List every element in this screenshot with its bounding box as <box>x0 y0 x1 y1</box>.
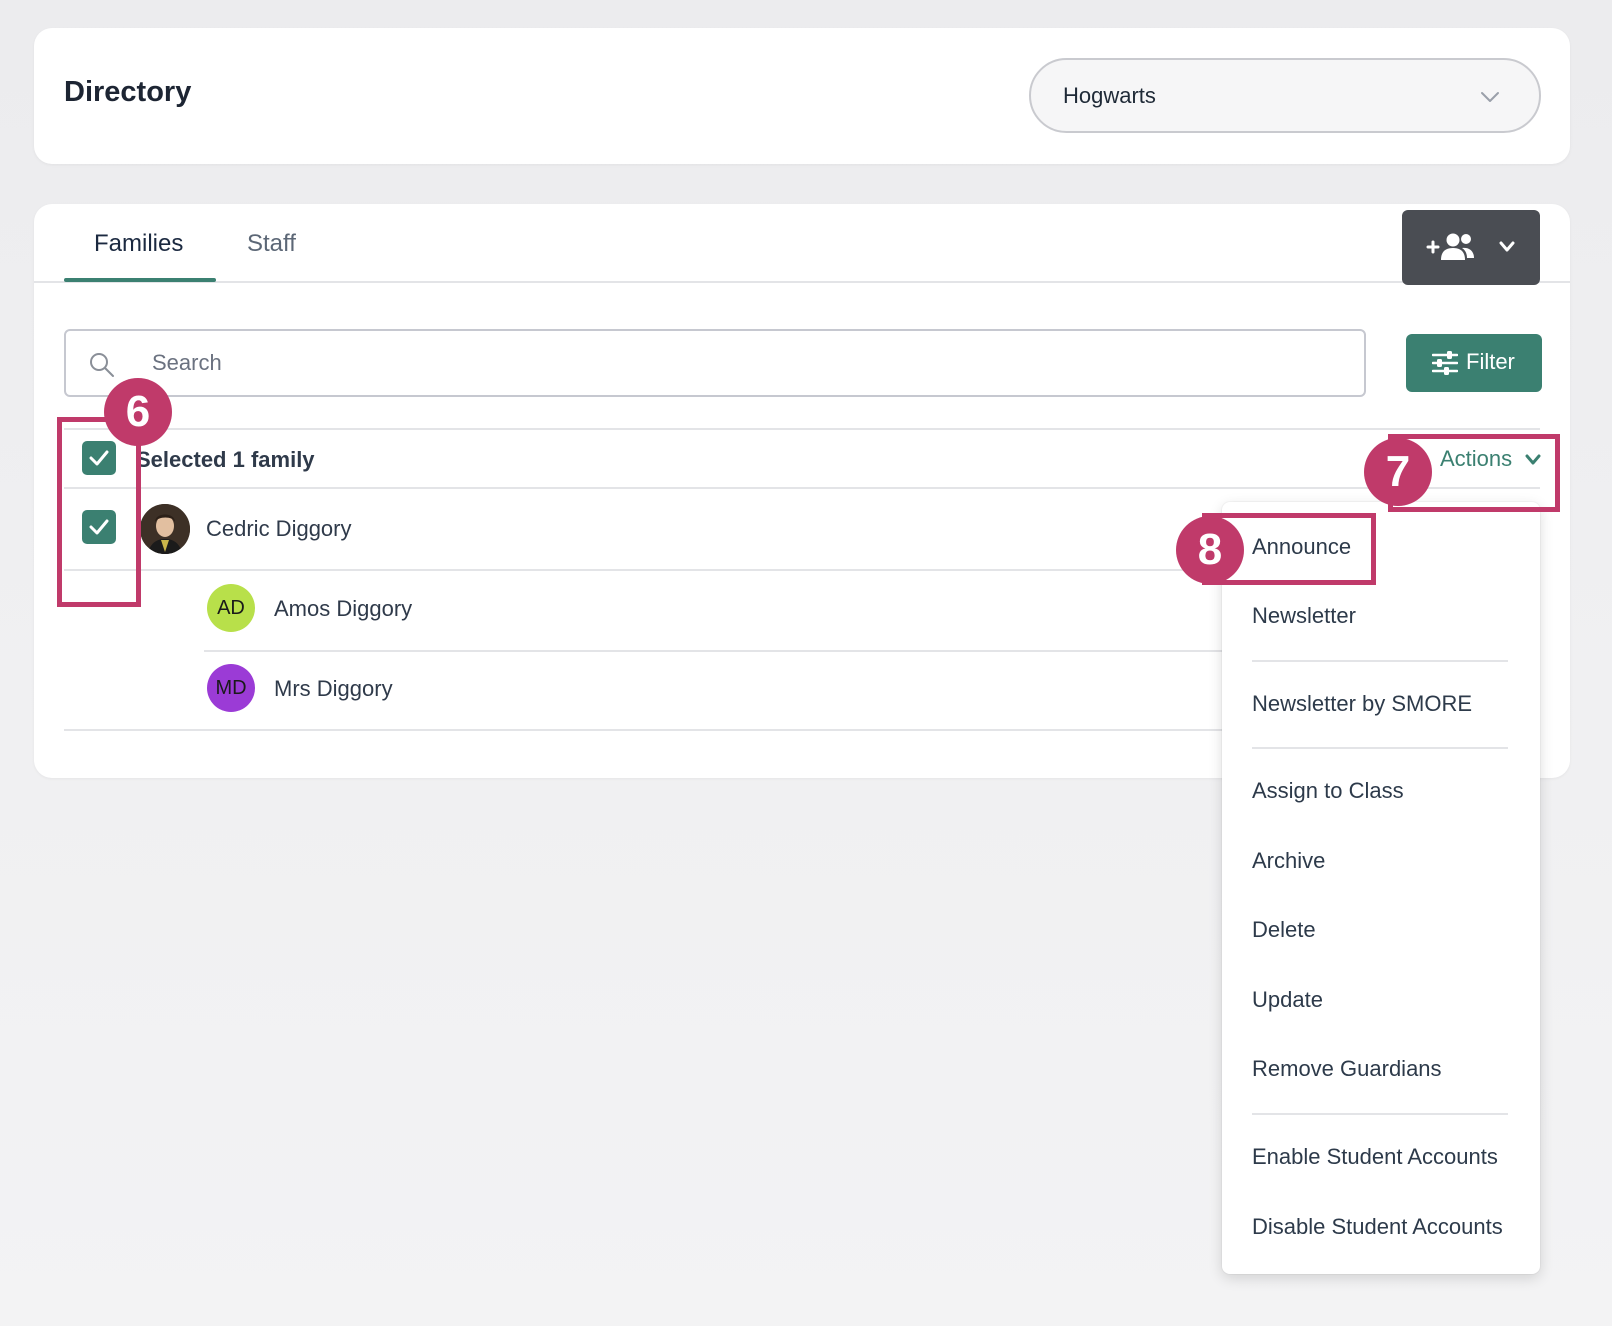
chevron-down-icon <box>1481 92 1499 102</box>
active-tab-indicator <box>64 278 216 282</box>
actions-dropdown-menu: Announce Newsletter Newsletter by SMORE … <box>1222 502 1540 1274</box>
menu-item-delete[interactable]: Delete <box>1252 917 1316 943</box>
select-all-checkbox[interactable] <box>82 441 116 475</box>
menu-divider <box>1252 1113 1508 1115</box>
menu-item-enable-student-accounts[interactable]: Enable Student Accounts <box>1252 1144 1498 1170</box>
school-select[interactable]: Hogwarts <box>1029 58 1541 133</box>
search-field[interactable] <box>64 329 1366 397</box>
menu-item-assign-to-class[interactable]: Assign to Class <box>1252 778 1404 804</box>
guardian-avatar: MD <box>207 664 255 712</box>
sliders-icon <box>1432 351 1458 375</box>
row-divider <box>64 569 1256 571</box>
search-icon <box>90 353 114 377</box>
row-divider <box>64 487 1540 489</box>
chevron-down-icon <box>1525 454 1541 465</box>
family-row-checkbox[interactable] <box>82 510 116 544</box>
tabs-divider <box>34 281 1570 283</box>
selection-count-label: Selected 1 family <box>136 447 315 472</box>
check-icon <box>89 519 109 535</box>
menu-item-remove-guardians[interactable]: Remove Guardians <box>1252 1056 1442 1082</box>
menu-item-newsletter-smore[interactable]: Newsletter by SMORE <box>1252 691 1472 717</box>
menu-divider <box>1252 660 1508 662</box>
add-member-button[interactable] <box>1402 210 1540 285</box>
guardian-avatar: AD <box>207 584 255 632</box>
search-input[interactable] <box>152 345 1332 381</box>
menu-item-update[interactable]: Update <box>1252 987 1323 1013</box>
chevron-down-icon <box>1499 241 1515 252</box>
row-divider <box>64 729 1256 731</box>
guardian-name[interactable]: Mrs Diggory <box>274 676 393 702</box>
menu-item-disable-student-accounts[interactable]: Disable Student Accounts <box>1252 1214 1503 1240</box>
actions-dropdown-toggle[interactable]: Actions <box>1440 446 1541 472</box>
school-select-value: Hogwarts <box>1063 83 1156 108</box>
avatar-initials: AD <box>217 597 245 619</box>
row-divider <box>204 650 1256 652</box>
family-name[interactable]: Cedric Diggory <box>206 516 352 542</box>
menu-item-announce[interactable]: Announce <box>1252 534 1351 560</box>
filter-label: Filter <box>1466 349 1515 374</box>
student-avatar <box>140 504 190 554</box>
actions-label: Actions <box>1440 446 1513 471</box>
tab-families[interactable]: Families <box>94 230 183 258</box>
tab-staff[interactable]: Staff <box>247 230 296 258</box>
check-icon <box>89 450 109 466</box>
filter-button[interactable]: Filter <box>1406 334 1542 392</box>
add-person-icon <box>1426 233 1474 260</box>
menu-item-archive[interactable]: Archive <box>1252 848 1325 874</box>
menu-divider <box>1252 747 1508 749</box>
avatar-initials: MD <box>215 677 247 699</box>
directory-header-card: Directory Hogwarts <box>34 28 1570 164</box>
page-title: Directory <box>64 76 192 108</box>
row-divider <box>64 428 1540 430</box>
guardian-name[interactable]: Amos Diggory <box>274 596 412 622</box>
menu-item-newsletter[interactable]: Newsletter <box>1252 603 1356 629</box>
